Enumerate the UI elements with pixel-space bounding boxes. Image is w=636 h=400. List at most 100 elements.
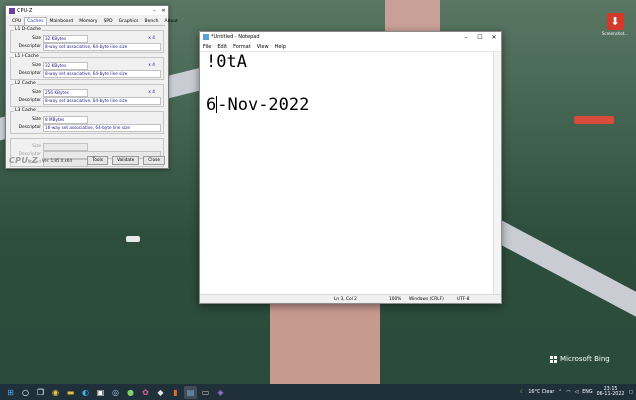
tab-caches[interactable]: Caches: [24, 17, 47, 25]
descriptor-label: Descriptor: [18, 71, 41, 76]
l3-cache-group: L3 Cache Size 8 MBytes Descriptor 16-way s…: [10, 108, 164, 134]
l1i-multiplier: x 4: [148, 63, 155, 68]
text-after-caret: -Nov-2022: [217, 95, 310, 115]
l2-descriptor-value: 8-way set associative, 64-byte line size: [43, 96, 161, 105]
clock[interactable]: 23:15 06-11-2022: [597, 387, 625, 398]
cpuz-footer: CPU-Z Ver. 1.85.0.x64 Tools Validate Clo…: [9, 156, 165, 165]
taskbar: ⊞ ○ ❐ ◉ ▬ ◐ ▣ ◎ ● ✿ ◆ ▮ ▤ ▭ ◈ ☾ 16°C Cle…: [0, 384, 636, 400]
text-before-caret: 6: [206, 95, 217, 115]
l1i-cache-group: L1 I-Cache Size 32 KBytes x 4 Descriptor 8-…: [10, 54, 164, 80]
task-view-icon[interactable]: ❐: [34, 386, 47, 399]
cpuz-version: Ver. 1.85.0.x64: [41, 158, 73, 163]
weather-icon[interactable]: ☾: [520, 390, 524, 395]
cpuz-taskbar-icon[interactable]: ◈: [214, 386, 227, 399]
size-label: Size: [32, 117, 41, 122]
app-icon-grey[interactable]: ◆: [154, 386, 167, 399]
l3-size-value: 8 MBytes: [43, 115, 88, 124]
notepad-taskbar-icon[interactable]: ▤: [184, 385, 197, 399]
close-button[interactable]: ✕: [487, 34, 501, 41]
group-title: L3 Cache: [14, 108, 37, 113]
l1i-size-value: 32 KBytes: [43, 61, 88, 70]
search-icon[interactable]: ○: [19, 386, 32, 399]
weather-text[interactable]: 16°C Clear: [528, 390, 554, 395]
size-label: Size: [32, 36, 41, 41]
edge-icon[interactable]: ◐: [79, 386, 92, 399]
l1d-cache-group: L1 D-Cache Size 32 KBytes x 4 Descriptor 8-…: [10, 27, 164, 53]
tools-button[interactable]: Tools: [87, 156, 108, 165]
red-boat: [574, 116, 614, 124]
menu-format[interactable]: Format: [233, 44, 251, 50]
notepad-window[interactable]: *Untitled - Notepad – ☐ ✕ File Edit Form…: [199, 31, 502, 304]
desktop-icon-screenshot[interactable]: ⬇ Screenshot...: [601, 13, 629, 36]
app-icon-orange[interactable]: ▮: [169, 386, 182, 399]
notepad-app-icon: [203, 34, 209, 40]
status-encoding: UTF-8: [457, 296, 470, 302]
descriptor-label: Descriptor: [18, 44, 41, 49]
cpuz-titlebar[interactable]: CPU-Z – ✕: [6, 6, 168, 15]
cpuz-logo: CPU-Z: [9, 156, 38, 165]
size-label: Size: [32, 144, 41, 149]
minimize-button[interactable]: –: [459, 34, 473, 41]
notepad-text-area[interactable]: !0tA 6-Nov-2022: [200, 52, 494, 295]
minimize-button[interactable]: –: [150, 8, 159, 14]
file-explorer-icon[interactable]: ▬: [64, 386, 77, 399]
menu-edit[interactable]: Edit: [217, 44, 227, 50]
notepad-titlebar[interactable]: *Untitled - Notepad – ☐ ✕: [200, 32, 501, 42]
network-icon[interactable]: ◠: [566, 390, 570, 395]
status-line-ending: Windows (CRLF): [409, 296, 444, 302]
chrome-icon[interactable]: ◉: [49, 386, 62, 399]
app-icon-window[interactable]: ▭: [199, 386, 212, 399]
language-indicator[interactable]: ENG: [582, 390, 592, 395]
cpuz-title: CPU-Z: [17, 7, 33, 14]
tab-bench[interactable]: Bench: [141, 17, 161, 25]
l2-cache-group: L2 Cache Size 256 KBytes x 4 Descriptor 8-w…: [10, 81, 164, 107]
tab-graphics[interactable]: Graphics: [116, 17, 142, 25]
size-label: Size: [32, 63, 41, 68]
notification-icon[interactable]: ▢: [628, 390, 633, 395]
group-title: L2 Cache: [14, 81, 37, 86]
close-button[interactable]: Close: [143, 156, 165, 165]
tab-mainboard[interactable]: Mainboard: [47, 17, 77, 25]
app-icon-pink[interactable]: ✿: [139, 386, 152, 399]
l2-multiplier: x 4: [148, 90, 155, 95]
vertical-scrollbar[interactable]: [493, 52, 501, 295]
tab-cpu[interactable]: CPU: [9, 17, 24, 25]
menu-view[interactable]: View: [257, 44, 269, 50]
status-cursor-position: Ln 3, Col 2: [334, 296, 357, 302]
notepad-menubar: File Edit Format View Help: [200, 42, 501, 52]
text-line-3: 6-Nov-2022: [206, 95, 494, 117]
l1d-multiplier: x 4: [148, 36, 155, 41]
maximize-button[interactable]: ☐: [473, 34, 487, 41]
l1d-size-value: 32 KBytes: [43, 34, 88, 43]
text-line-2: [206, 74, 494, 96]
app-icon-green[interactable]: ●: [124, 386, 137, 399]
notepad-title: *Untitled - Notepad: [211, 34, 260, 40]
steam-icon[interactable]: ◎: [109, 386, 122, 399]
group-title: L1 I-Cache: [14, 54, 40, 59]
bing-watermark: Microsoft Bing: [550, 355, 610, 363]
system-tray: ☾ 16°C Clear ⌃ ◠ ◁ ENG 23:15 06-11-2022 …: [516, 384, 633, 400]
empty-value: [43, 142, 88, 151]
l2-size-value: 256 KBytes: [43, 88, 88, 97]
cpuz-window[interactable]: CPU-Z – ✕ CPU Caches Mainboard Memory SP…: [5, 5, 178, 169]
chevron-up-icon[interactable]: ⌃: [558, 390, 562, 395]
notepad-statusbar: Ln 3, Col 2 100% Windows (CRLF) UTF-8: [200, 294, 501, 303]
start-windows-icon[interactable]: ⊞: [4, 386, 17, 399]
menu-help[interactable]: Help: [275, 44, 286, 50]
tab-spd[interactable]: SPD: [101, 17, 116, 25]
calendar-icon[interactable]: ▣: [94, 386, 107, 399]
microsoft-logo-icon: [550, 355, 557, 363]
validate-button[interactable]: Validate: [111, 156, 140, 165]
text-line-1: !0tA: [206, 52, 247, 72]
menu-file[interactable]: File: [203, 44, 211, 50]
bridge-deck: [270, 300, 380, 390]
status-zoom: 100%: [389, 296, 402, 302]
bing-watermark-text: Microsoft Bing: [560, 355, 610, 363]
download-icon: ⬇: [606, 13, 624, 30]
desktop-icon-label: Screenshot...: [601, 31, 629, 36]
tab-about[interactable]: About: [162, 17, 181, 25]
tab-memory[interactable]: Memory: [76, 17, 100, 25]
l3-descriptor-value: 16-way set associative, 64-byte line siz…: [43, 123, 161, 132]
close-button[interactable]: ✕: [159, 8, 168, 14]
volume-icon[interactable]: ◁: [575, 390, 579, 395]
